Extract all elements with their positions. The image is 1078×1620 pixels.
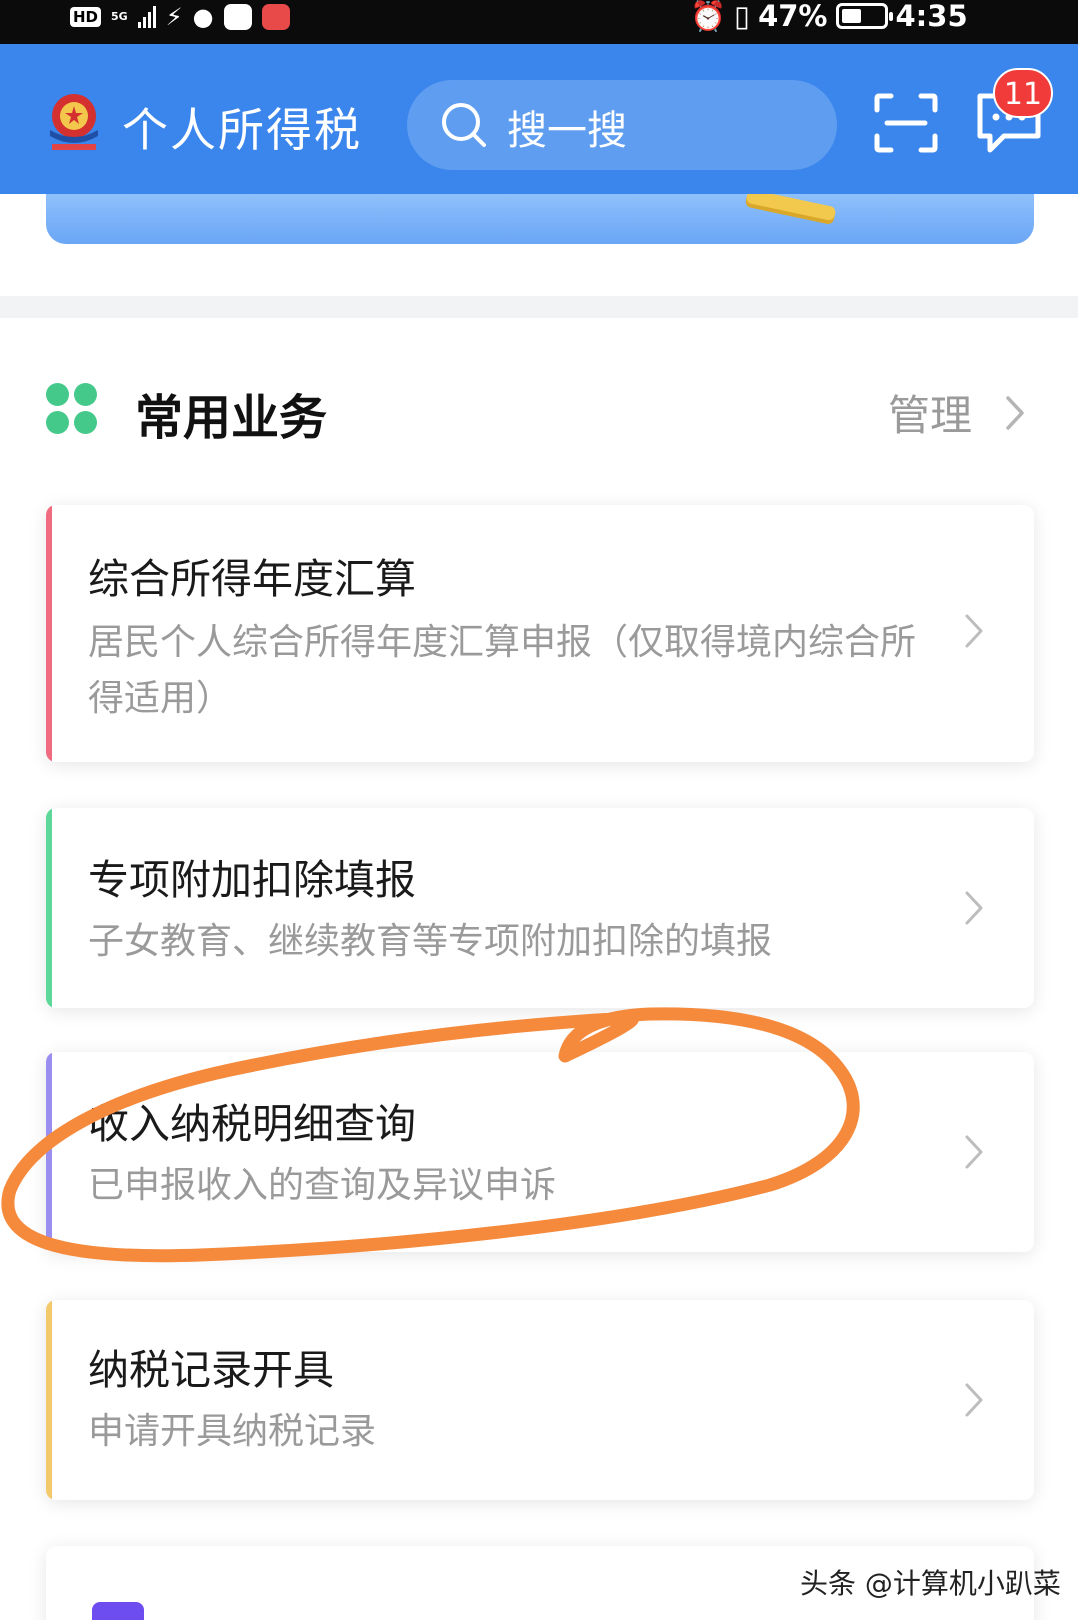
chevron-right-icon bbox=[965, 1383, 983, 1417]
reader-notification-icon bbox=[261, 4, 290, 30]
card-description: 居民个人综合所得年度汇算申报（仅取得境内综合所得适用） bbox=[88, 622, 917, 719]
message-badge: 11 bbox=[993, 68, 1053, 118]
hd-indicator: HD bbox=[70, 7, 102, 27]
manage-link[interactable]: 管理 bbox=[888, 382, 972, 443]
chat-notification-icon: ● bbox=[192, 3, 214, 31]
battery-icon bbox=[835, 3, 893, 29]
battery-percent: 47% bbox=[758, 0, 828, 33]
service-card-special-deduction[interactable]: 专项附加扣除填报 子女教育、继续教育等专项附加扣除的填报 bbox=[46, 808, 1034, 1008]
service-card-income-tax-query[interactable]: 收入纳税明细查询 已申报收入的查询及异议申诉 bbox=[46, 1052, 1034, 1252]
service-card-tax-record[interactable]: 纳税记录开具 申请开具纳税记录 bbox=[46, 1300, 1034, 1500]
pencil-illustration bbox=[745, 194, 837, 222]
card-accent-bar bbox=[46, 808, 52, 1008]
card-description: 子女教育、继续教育等专项附加扣除的填报 bbox=[88, 921, 773, 962]
watermark: 头条 @计算机小趴菜 bbox=[800, 1567, 1061, 1600]
clock: 4:35 bbox=[895, 0, 968, 33]
section-divider bbox=[0, 296, 1078, 318]
status-left-icons: HD 5G ⚡ ● bbox=[70, 2, 290, 32]
card-icon bbox=[92, 1602, 144, 1620]
status-bar: HD 5G ⚡ ● ⏰ ▯ 47% 4:35 bbox=[0, 0, 1078, 44]
alarm-icon: ⏰ bbox=[690, 0, 727, 33]
chevron-right-icon bbox=[965, 614, 983, 648]
card-title: 纳税记录开具 bbox=[88, 1346, 334, 1394]
status-right-icons: ⏰ ▯ 47% 4:35 bbox=[690, 0, 968, 33]
card-title: 专项附加扣除填报 bbox=[88, 856, 416, 904]
chevron-right-icon bbox=[965, 891, 983, 925]
section-title: 常用业务 bbox=[135, 390, 328, 446]
card-title: 综合所得年度汇算 bbox=[88, 555, 416, 603]
chevron-right-icon bbox=[965, 1135, 983, 1169]
service-card-annual-settlement[interactable]: 综合所得年度汇算 居民个人综合所得年度汇算申报（仅取得境内综合所得适用） bbox=[46, 505, 1034, 762]
card-accent-bar bbox=[46, 1052, 52, 1252]
wifi-icon: ⚡ bbox=[165, 3, 183, 31]
card-title: 收入纳税明细查询 bbox=[88, 1100, 416, 1148]
search-placeholder: 搜一搜 bbox=[507, 108, 627, 154]
signal-icon bbox=[137, 6, 156, 28]
search-bar[interactable]: 搜一搜 bbox=[407, 80, 837, 170]
scan-icon[interactable] bbox=[873, 92, 939, 154]
app-emblem-icon bbox=[50, 94, 98, 150]
card-accent-bar bbox=[46, 1300, 52, 1500]
vibrate-icon: ▯ bbox=[734, 0, 751, 33]
banner-image[interactable] bbox=[46, 194, 1034, 244]
search-icon bbox=[442, 103, 486, 147]
app-header: 个人所得税 搜一搜 11 bbox=[0, 44, 1078, 194]
network-type: 5G bbox=[111, 10, 128, 23]
app-title: 个人所得税 bbox=[122, 103, 362, 157]
chevron-right-icon[interactable] bbox=[1002, 392, 1028, 434]
app-notification-icon bbox=[223, 4, 252, 30]
card-description: 已申报收入的查询及异议申诉 bbox=[88, 1165, 557, 1206]
card-description: 申请开具纳税记录 bbox=[88, 1411, 377, 1452]
card-accent-bar bbox=[46, 505, 52, 762]
grid-icon bbox=[46, 383, 98, 435]
